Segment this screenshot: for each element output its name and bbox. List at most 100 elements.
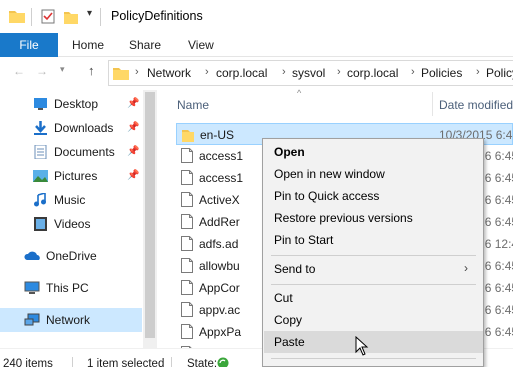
file-name: allowbu	[199, 259, 240, 273]
sync-icon	[217, 357, 229, 367]
menu-item-copy[interactable]: Copy	[264, 309, 483, 331]
folder-icon	[182, 130, 194, 142]
menu-item-open[interactable]: Open	[264, 141, 483, 163]
qat-separator	[31, 8, 32, 26]
nav-item-label: Desktop	[54, 97, 99, 111]
state-label: State:	[187, 358, 218, 367]
file-icon	[181, 324, 193, 339]
menu-item-label: Paste	[274, 335, 305, 349]
menu-item-label: Copy	[274, 313, 303, 327]
folder-icon	[113, 68, 129, 80]
column-header-date-modified[interactable]: Date modified	[439, 98, 513, 112]
tab-share[interactable]: Share	[129, 33, 161, 57]
nav-item-onedrive[interactable]: OneDrive	[0, 245, 140, 267]
menu-item-cut[interactable]: Cut	[264, 287, 483, 309]
nav-item-this-pc[interactable]: This PC	[0, 277, 140, 299]
nav-item-videos[interactable]: Videos	[0, 213, 140, 235]
tab-file[interactable]: File	[0, 33, 58, 57]
menu-item-label: Cut	[274, 291, 293, 305]
breadcrumb-separator-icon[interactable]: ›	[135, 66, 139, 78]
breadcrumb-policy[interactable]: Policy	[486, 66, 513, 80]
menu-item-label: Restore previous versions	[274, 211, 413, 225]
nav-item-documents[interactable]: Documents 📌	[0, 141, 140, 163]
breadcrumb-policies[interactable]: Policies	[421, 66, 462, 80]
nav-item-label: Pictures	[54, 169, 98, 183]
file-icon	[181, 236, 193, 251]
context-menu: Open Open in new window Pin to Quick acc…	[262, 138, 484, 367]
menu-item-open-in-new-window[interactable]: Open in new window	[264, 163, 483, 185]
nav-item-desktop[interactable]: Desktop 📌	[0, 93, 140, 115]
nav-item-label: Music	[54, 193, 86, 207]
tab-home[interactable]: Home	[72, 33, 104, 57]
file-name: appv.ac	[199, 303, 241, 317]
pin-icon[interactable]: 📌	[127, 170, 139, 181]
network-icon	[24, 313, 40, 326]
recent-locations-chevron-icon[interactable]: ▾	[60, 64, 65, 75]
file-name: AddRer	[199, 215, 240, 229]
nav-item-label: Videos	[54, 217, 91, 231]
ribbon-tabs: File Home Share View	[0, 33, 513, 57]
title-bar: ▾ PolicyDefinitions	[0, 0, 513, 33]
nav-item-network[interactable]: Network	[0, 308, 142, 332]
menu-separator	[271, 255, 476, 256]
properties-icon[interactable]	[41, 9, 55, 24]
music-icon	[34, 193, 46, 207]
nav-item-pictures[interactable]: Pictures 📌	[0, 165, 140, 187]
breadcrumb-separator-icon[interactable]: ›	[282, 66, 286, 78]
folder-icon[interactable]	[9, 9, 25, 23]
back-arrow-icon[interactable]: ←	[13, 64, 25, 78]
file-icon	[181, 214, 193, 229]
pin-icon[interactable]: 📌	[127, 122, 139, 133]
file-name: adfs.ad	[199, 237, 239, 251]
menu-item-label: Pin to Start	[274, 233, 334, 247]
menu-item-label: Pin to Quick access	[274, 189, 380, 203]
nav-item-label: This PC	[46, 281, 89, 295]
breadcrumb-corp-local[interactable]: corp.local	[216, 66, 267, 80]
pin-icon[interactable]: 📌	[127, 146, 139, 157]
menu-separator	[271, 358, 476, 359]
download-icon	[34, 121, 47, 135]
onedrive-icon	[24, 251, 40, 260]
file-name: access1	[199, 149, 244, 163]
mouse-cursor-icon	[355, 336, 369, 356]
pin-icon[interactable]: 📌	[127, 98, 139, 109]
new-folder-icon[interactable]	[64, 9, 78, 24]
documents-icon	[34, 145, 47, 159]
nav-item-music[interactable]: Music	[0, 189, 140, 211]
window-title: PolicyDefinitions	[111, 9, 203, 23]
menu-item-paste[interactable]: Paste	[264, 331, 483, 353]
file-icon	[181, 280, 193, 295]
menu-item-label: Open	[274, 145, 305, 159]
nav-scrollbar-thumb[interactable]	[145, 92, 155, 338]
videos-icon	[34, 217, 47, 231]
menu-item-label: Open in new window	[274, 167, 385, 181]
breadcrumb-corp-local-2[interactable]: corp.local	[347, 66, 398, 80]
file-icon	[181, 170, 193, 185]
file-name: AppCor	[199, 281, 240, 295]
selection-count: 1 item selected	[87, 358, 165, 367]
up-arrow-icon[interactable]: ↑	[88, 63, 95, 78]
file-name: access1	[199, 171, 244, 185]
column-header-name[interactable]: Name	[177, 98, 209, 112]
tab-view[interactable]: View	[188, 33, 214, 57]
column-divider[interactable]	[432, 92, 433, 116]
menu-item-pin-to-quick-access[interactable]: Pin to Quick access	[264, 185, 483, 207]
desktop-icon	[34, 98, 47, 110]
breadcrumb-separator-icon[interactable]: ›	[205, 66, 209, 78]
menu-item-send-to[interactable]: Send to ›	[264, 258, 483, 280]
menu-item-pin-to-start[interactable]: Pin to Start	[264, 229, 483, 251]
menu-item-restore-previous-versions[interactable]: Restore previous versions	[264, 207, 483, 229]
status-separator	[72, 357, 73, 367]
breadcrumb-separator-icon[interactable]: ›	[337, 66, 341, 78]
breadcrumb-separator-icon[interactable]: ›	[476, 66, 480, 78]
nav-item-label: Downloads	[54, 121, 114, 135]
breadcrumb-network[interactable]: Network	[147, 66, 191, 80]
nav-item-downloads[interactable]: Downloads 📌	[0, 117, 140, 139]
chevron-down-icon[interactable]: ▾	[87, 8, 92, 19]
forward-arrow-icon[interactable]: →	[36, 64, 48, 78]
nav-item-label: Documents	[54, 145, 115, 159]
item-count: 240 items	[3, 358, 53, 367]
file-name: ActiveX	[199, 193, 240, 207]
breadcrumb-separator-icon[interactable]: ›	[411, 66, 415, 78]
breadcrumb-sysvol[interactable]: sysvol	[292, 66, 325, 80]
